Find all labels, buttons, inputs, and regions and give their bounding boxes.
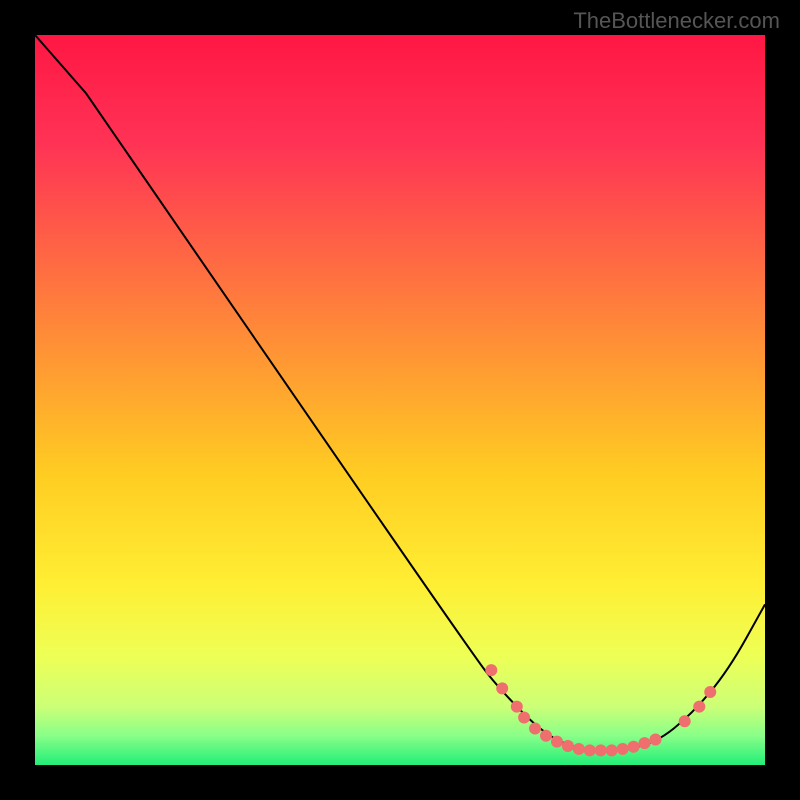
gradient-background: [35, 35, 765, 765]
gradient-rect: [35, 35, 765, 765]
chart-container: [35, 35, 765, 765]
watermark-text: TheBottlenecker.com: [573, 8, 780, 34]
